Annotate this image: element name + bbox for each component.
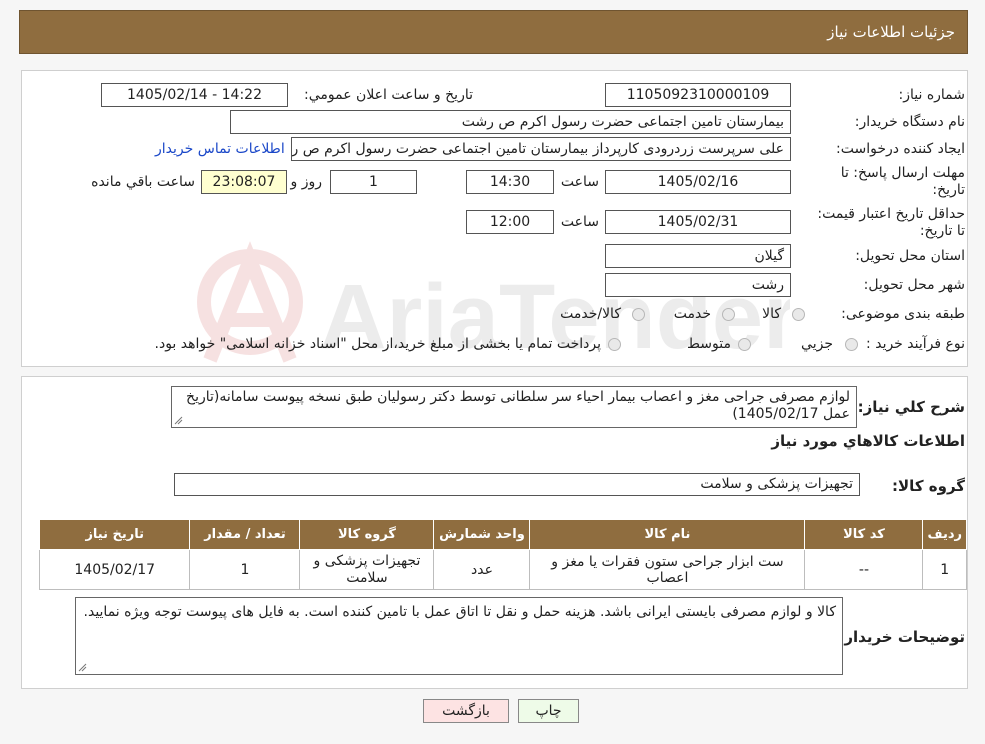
goods-table: ردیف کد کالا نام کالا واحد شمارش گروه کا… — [38, 519, 967, 590]
print-button[interactable]: چاپ — [518, 699, 579, 723]
category-radio-goods[interactable] — [792, 308, 805, 321]
category-radio-service[interactable] — [722, 308, 735, 321]
cell-need-date: 1405/02/17 — [38, 549, 191, 590]
col-goods-group: گروه کالا — [299, 519, 435, 550]
back-button[interactable]: بازگشت — [423, 699, 509, 723]
buyer-notes-field: کالا و لوازم مصرفی بایستی ایرانی باشد. ه… — [75, 597, 843, 675]
reply-time-field: 14:30 — [466, 170, 554, 194]
process-option-medium: متوسط — [687, 336, 731, 352]
need-description-field: لوازم مصرفی جراحی مغز و اعصاب بیمار احیا… — [171, 386, 857, 428]
buyer-org-label: نام دستگاه خریدار: — [854, 114, 965, 130]
reply-days-field: 1 — [330, 170, 417, 194]
delivery-province-label: استان محل تحویل: — [855, 248, 965, 264]
resize-grip-icon[interactable] — [174, 416, 183, 425]
delivery-city-label: شهر محل تحویل: — [863, 277, 965, 293]
goods-group-label: گروه کالا: — [892, 477, 965, 495]
resize-grip-icon[interactable] — [78, 663, 87, 672]
process-option-minor: جزیي — [801, 336, 833, 352]
purchase-process-label: نوع فرآیند خرید : — [866, 336, 965, 352]
subject-category-label: طبقه بندی موضوعی: — [841, 306, 965, 322]
remaining-label: ساعت باقي مانده — [91, 174, 195, 190]
col-quantity: تعداد / مقدار — [189, 519, 301, 550]
col-need-date: تاریخ نیاز — [38, 519, 191, 550]
need-description-label: شرح کلي نیاز: — [857, 398, 965, 416]
validity-time-label: ساعت — [560, 214, 599, 230]
need-description-text: لوازم مصرفی جراحی مغز و اعصاب بیمار احیا… — [186, 389, 850, 422]
page-title: جزئیات اطلاعات نیاز — [827, 23, 955, 41]
buyer-contact-link[interactable]: اطلاعات تماس خریدار — [155, 141, 285, 157]
col-goods-name: نام کالا — [529, 519, 806, 550]
reply-date-field: 1405/02/16 — [605, 170, 791, 194]
cell-goods-name: ست ابزار جراحی ستون فقرات یا مغز و اعصاب — [529, 549, 806, 590]
validity-time-field: 12:00 — [466, 210, 554, 234]
cell-goods-group: تجهیزات پزشکی و سلامت — [299, 549, 435, 590]
cell-quantity: 1 — [189, 549, 301, 590]
process-radio-treasury[interactable] — [608, 338, 621, 351]
announce-datetime-field: 1405/02/14 - 14:22 — [101, 83, 288, 107]
requester-field: علی سرپرست زردرودی کارپرداز بیمارستان تا… — [291, 137, 791, 161]
announce-datetime-label: تاریخ و ساعت اعلان عمومي: — [304, 87, 473, 103]
reply-time-label: ساعت — [560, 174, 599, 190]
process-treasury-note: پرداخت تمام یا بخشی از مبلغ خرید،از محل … — [154, 336, 601, 352]
province-field: گیلان — [605, 244, 791, 268]
reply-deadline-label: مهلت ارسال پاسخ: تا تاریخ: — [840, 165, 965, 198]
cell-goods-code: -- — [804, 549, 924, 590]
buyer-notes-label: توضیحات خریدار: — [838, 628, 965, 646]
validity-date-field: 1405/02/31 — [605, 210, 791, 234]
col-unit: واحد شمارش — [433, 519, 531, 550]
requester-label: ایجاد کننده درخواست: — [836, 141, 965, 157]
page-header: جزئیات اطلاعات نیاز — [19, 10, 968, 54]
buyer-org-field: بیمارستان تامین اجتماعی حضرت رسول اکرم ص… — [230, 110, 791, 134]
cell-unit: عدد — [433, 549, 531, 590]
day-and-label: روز و — [290, 174, 323, 190]
category-option-goods-service: کالا/خدمت — [560, 306, 621, 322]
category-radio-goods-service[interactable] — [632, 308, 645, 321]
goods-info-heading: اطلاعات کالاهاي مورد نیاز — [771, 432, 965, 450]
remaining-time-field: 23:08:07 — [201, 170, 287, 194]
goods-group-field: تجهیزات پزشکی و سلامت — [174, 473, 860, 496]
process-radio-minor[interactable] — [845, 338, 858, 351]
buyer-notes-text: کالا و لوازم مصرفی بایستی ایرانی باشد. ه… — [83, 604, 836, 620]
need-number-field: 1105092310000109 — [605, 83, 791, 107]
price-validity-label: حداقل تاریخ اعتبار قیمت: تا تاریخ: — [817, 206, 965, 239]
table-header-row: ردیف کد کالا نام کالا واحد شمارش گروه کا… — [38, 519, 967, 550]
need-number-label: شماره نیاز: — [898, 87, 966, 103]
cell-row-number: 1 — [922, 549, 967, 590]
category-option-goods: کالا — [762, 306, 781, 322]
process-radio-medium[interactable] — [738, 338, 751, 351]
city-field: رشت — [605, 273, 791, 297]
table-row: 1 -- ست ابزار جراحی ستون فقرات یا مغز و … — [38, 549, 967, 590]
category-option-service: خدمت — [673, 306, 711, 322]
col-row-number: ردیف — [922, 519, 967, 550]
col-goods-code: کد کالا — [804, 519, 924, 550]
